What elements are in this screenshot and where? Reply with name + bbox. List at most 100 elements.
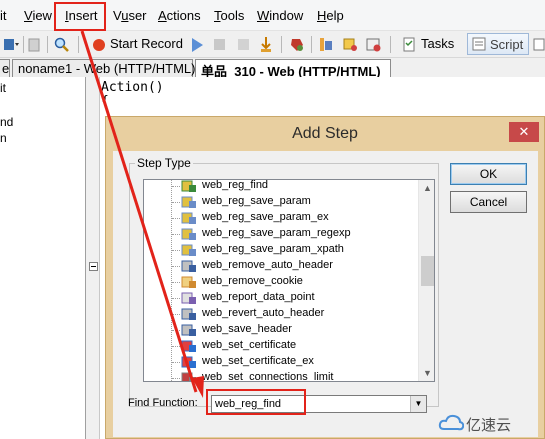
step-icon[interactable] (259, 35, 274, 54)
settings-icon (181, 372, 196, 381)
tree-connector (172, 250, 180, 251)
menu-label: ctions (166, 8, 201, 23)
report-icon (181, 292, 196, 304)
correlation-icon[interactable] (365, 35, 383, 54)
menu-label: ools (220, 8, 245, 23)
cookie-icon (181, 276, 196, 288)
script-view-icon (472, 37, 486, 51)
tree-connector (172, 266, 180, 267)
compile-icon[interactable] (288, 35, 306, 54)
menu-window[interactable]: Window (257, 8, 303, 23)
pause-icon[interactable] (236, 35, 251, 54)
dialog-title: Add Step (292, 125, 358, 142)
step-type-tree[interactable]: web_reg_find web_reg_save_param web_reg_sa… (143, 179, 435, 382)
parameter-icon[interactable] (341, 35, 359, 54)
run-icon[interactable] (189, 35, 205, 54)
tree-connector (172, 234, 180, 235)
search-icon[interactable] (53, 35, 71, 54)
toolbar-separator (47, 36, 48, 53)
menu-label: elp (326, 8, 344, 23)
step-item[interactable]: web_reg_save_param_regexp (144, 226, 418, 242)
find-function-highlight (206, 389, 306, 415)
tab-active-script[interactable]: 单品_310 - Web (HTTP/HTML) (195, 59, 391, 79)
tree-connector (172, 202, 180, 203)
script-view-label: Script (490, 37, 524, 52)
step-item[interactable]: web_set_certificate (144, 338, 418, 354)
ok-button[interactable]: OK (450, 163, 527, 185)
collapse-icon[interactable] (89, 262, 98, 271)
navigator-item[interactable]: it (0, 81, 6, 95)
dropdown-arrow-icon[interactable] (2, 35, 20, 54)
cancel-button[interactable]: Cancel (450, 191, 527, 213)
tab-noname1[interactable]: noname1 - Web (HTTP/HTML) (12, 59, 195, 77)
menu-edit[interactable]: it (0, 8, 7, 23)
scroll-thumb[interactable] (421, 256, 434, 286)
step-type-label: Step Type (135, 156, 193, 170)
step-item[interactable]: web_remove_auto_header (144, 258, 418, 274)
editor-gutter (86, 77, 100, 439)
breakpoint-icon[interactable] (317, 35, 335, 54)
step-item-label: web_remove_cookie (202, 275, 303, 287)
navigator-item[interactable]: nd (0, 115, 13, 129)
step-item[interactable]: web_reg_save_param_ex (144, 210, 418, 226)
step-item[interactable]: web_reg_save_param (144, 194, 418, 210)
vertical-scrollbar[interactable]: ▲ ▼ (418, 180, 434, 381)
step-item[interactable]: web_revert_auto_header (144, 306, 418, 322)
step-item-label: web_save_header (202, 323, 292, 335)
step-item[interactable]: web_reg_save_param_xpath (144, 242, 418, 258)
navigator-item[interactable]: n (0, 131, 7, 145)
tree-connector (172, 330, 180, 331)
tasks-icon[interactable] (401, 35, 417, 54)
chevron-down-icon[interactable]: ▼ (410, 396, 426, 412)
scroll-down-icon[interactable]: ▼ (423, 368, 432, 378)
step-item[interactable]: web_set_connections_limit (144, 370, 418, 382)
cloud-logo-icon (438, 414, 464, 431)
menu-label: V (113, 8, 122, 23)
step-item-label: web_set_connections_limit (202, 371, 334, 382)
close-button[interactable]: ✕ (509, 122, 539, 142)
script-view-button[interactable]: Script (467, 33, 529, 55)
save-param-icon (181, 196, 196, 208)
toolbar: Start Record Tasks Script (0, 31, 545, 58)
paste-icon[interactable] (26, 35, 42, 54)
step-item-label: web_set_certificate (202, 339, 297, 351)
tree-connector (172, 186, 180, 187)
menu-label: it (0, 8, 7, 23)
add-step-dialog: Add Step ✕ Step Type web_reg_find web_reg… (105, 116, 545, 439)
header-icon (181, 260, 196, 272)
step-item[interactable]: web_remove_cookie (144, 274, 418, 290)
menu-vuser[interactable]: Vuser (113, 8, 147, 23)
find-function-label: Find Function: (128, 397, 198, 409)
tree-connector (172, 218, 180, 219)
start-record-button[interactable]: Start Record (110, 36, 183, 51)
menu-label: ser (128, 8, 147, 23)
menu-tools[interactable]: Tools (214, 8, 244, 23)
tree-view-icon[interactable] (533, 35, 545, 54)
menu-label: indow (269, 8, 304, 23)
watermark: 亿速云 (438, 410, 542, 436)
toolbar-separator (281, 36, 282, 53)
step-navigator-panel: it nd n (0, 77, 86, 439)
toolbar-separator (23, 36, 24, 53)
tree-connector (172, 346, 180, 347)
step-item[interactable]: web_report_data_point (144, 290, 418, 306)
find-step-icon (181, 180, 196, 192)
menu-view[interactable]: View (24, 8, 52, 23)
scroll-up-icon[interactable]: ▲ (423, 183, 432, 193)
tab-partial[interactable]: e (0, 59, 10, 77)
step-item-label: web_reg_save_param_xpath (202, 243, 344, 255)
menu-help[interactable]: Help (317, 8, 344, 23)
watermark-text: 亿速云 (466, 417, 512, 434)
menu-accel: W (257, 8, 270, 23)
save-param-icon (181, 244, 196, 256)
stop-icon[interactable] (212, 35, 227, 54)
menu-label: iew (32, 8, 52, 23)
save-param-icon (181, 228, 196, 240)
step-item[interactable]: web_set_certificate_ex (144, 354, 418, 370)
close-icon: ✕ (518, 124, 530, 139)
menu-actions[interactable]: Actions (158, 8, 201, 23)
record-icon[interactable] (91, 35, 107, 54)
tasks-button[interactable]: Tasks (421, 36, 454, 51)
step-item[interactable]: web_reg_find (144, 180, 418, 194)
step-item[interactable]: web_save_header (144, 322, 418, 338)
